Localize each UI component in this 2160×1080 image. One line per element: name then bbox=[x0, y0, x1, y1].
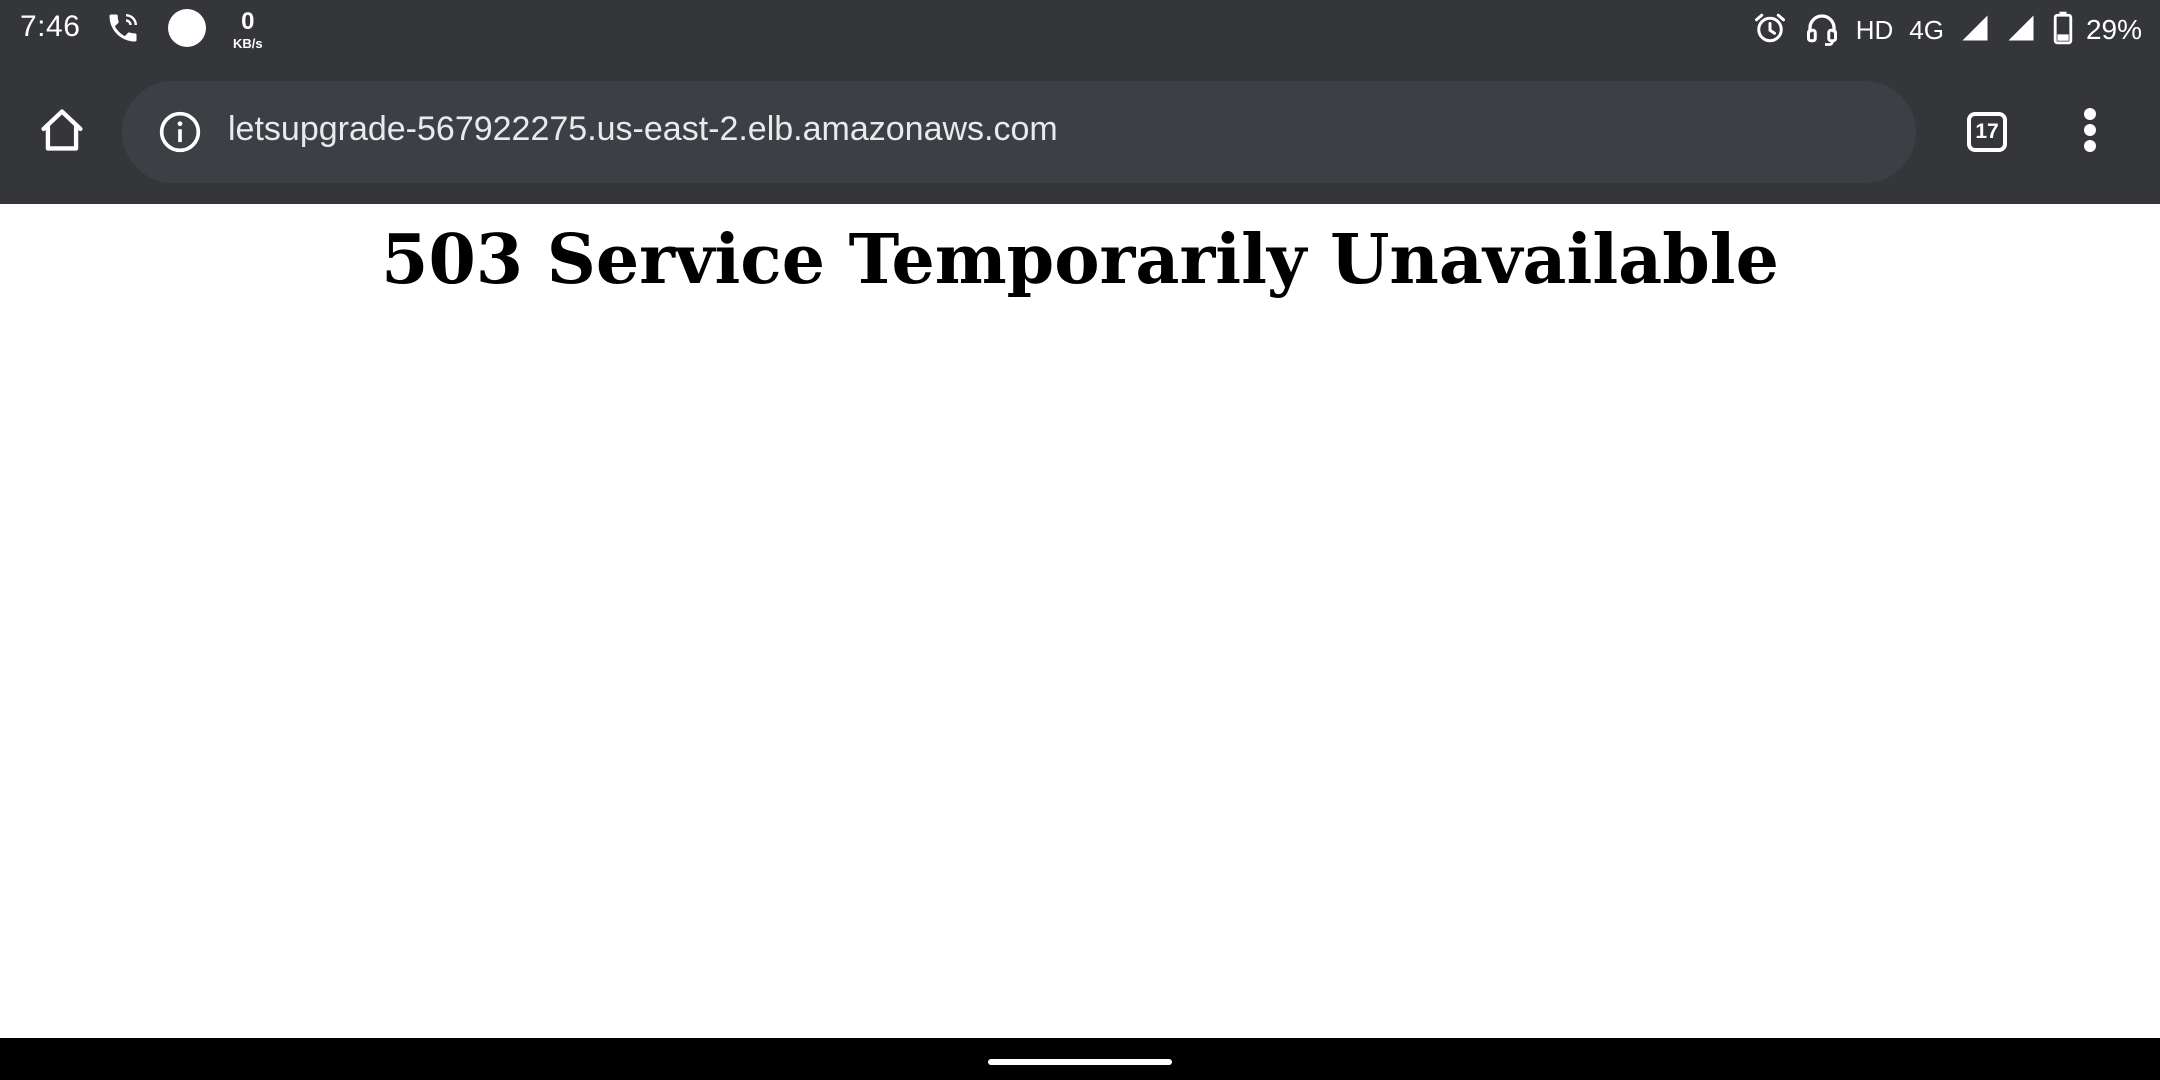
home-gesture-handle[interactable] bbox=[988, 1059, 1172, 1065]
net-speed-value: 0 bbox=[241, 8, 255, 35]
address-bar[interactable]: letsupgrade-567922275.us-east-2.elb.amaz… bbox=[122, 81, 1916, 183]
signal-icon bbox=[2006, 13, 2036, 48]
hd-label: HD bbox=[1855, 14, 1894, 45]
alarm-icon bbox=[1752, 10, 1788, 51]
url-text[interactable]: letsupgrade-567922275.us-east-2.elb.amaz… bbox=[228, 110, 1058, 149]
menu-button[interactable] bbox=[2070, 104, 2110, 160]
browser-toolbar: letsupgrade-567922275.us-east-2.elb.amaz… bbox=[0, 60, 2160, 204]
tab-switcher-button[interactable]: 17 bbox=[1962, 107, 2012, 157]
home-button[interactable] bbox=[34, 104, 90, 160]
more-vert-icon bbox=[2083, 107, 2097, 158]
navigation-bar bbox=[0, 1038, 2160, 1080]
status-time: 7:46 bbox=[20, 10, 81, 43]
status-left-icons: 0 KB/s bbox=[105, 8, 263, 52]
battery-icon bbox=[2052, 11, 2074, 50]
info-icon[interactable] bbox=[158, 110, 202, 154]
net-speed-unit: KB/s bbox=[233, 36, 263, 51]
headset-icon bbox=[1804, 10, 1840, 51]
battery-percent: 29% bbox=[2085, 14, 2142, 45]
tab-count: 17 bbox=[1967, 112, 2007, 152]
signal-icon bbox=[1960, 13, 1990, 48]
web-page: 503 Service Temporarily Unavailable bbox=[0, 204, 2160, 1038]
call-forward-icon bbox=[105, 10, 141, 51]
status-bar: 7:46 0 KB/s HD 4G 29% bbox=[0, 0, 2160, 60]
home-icon bbox=[36, 104, 88, 161]
net-speed-indicator: 0 KB/s bbox=[233, 8, 263, 51]
page-heading: 503 Service Temporarily Unavailable bbox=[381, 220, 1779, 300]
screen: 7:46 0 KB/s HD 4G 29% letsupgrade-567922… bbox=[0, 0, 2160, 1080]
circle-icon bbox=[167, 8, 207, 53]
status-right-icons: HD 4G 29% bbox=[1752, 8, 2142, 52]
network-type: 4G bbox=[1909, 14, 1944, 45]
